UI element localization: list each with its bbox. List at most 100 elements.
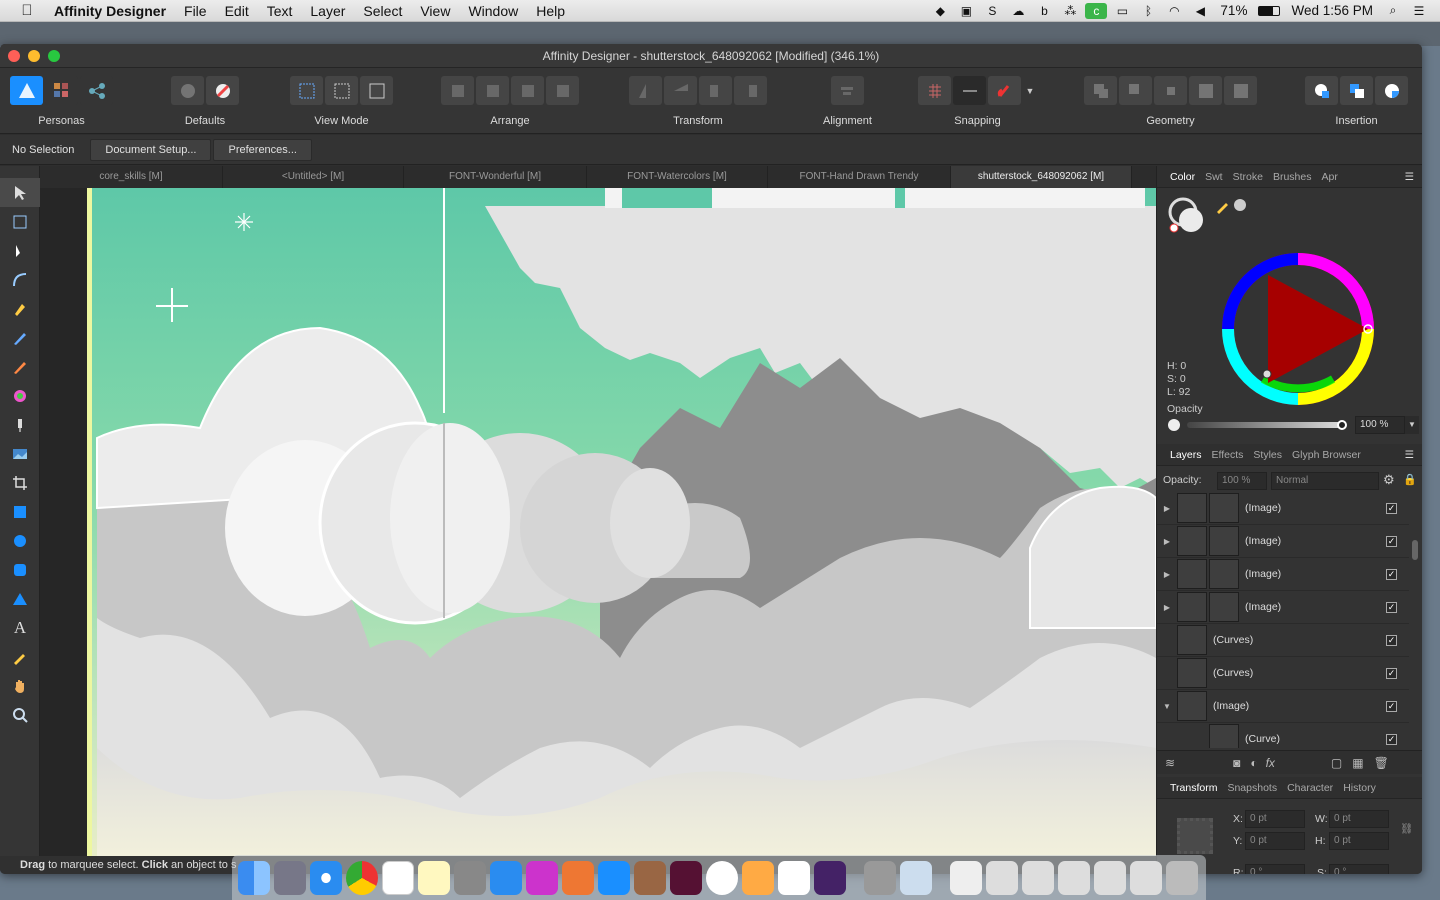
- layer-visibility-checkbox[interactable]: ✓: [1386, 535, 1397, 547]
- add-pixel-layer-icon[interactable]: ▦: [1352, 756, 1363, 770]
- canvas[interactable]: [40, 188, 1156, 856]
- snapping-grid-icon[interactable]: [918, 76, 951, 105]
- screenshot-5-icon[interactable]: [1130, 860, 1162, 895]
- finder-icon[interactable]: [238, 860, 270, 895]
- triangle-tool-icon[interactable]: [0, 584, 40, 613]
- archive-icon[interactable]: [864, 860, 896, 895]
- layer-row[interactable]: ▼ (Image) ✓: [1157, 690, 1409, 723]
- layer-visibility-checkbox[interactable]: ✓: [1386, 733, 1397, 745]
- fx-icon[interactable]: fx: [1266, 756, 1275, 770]
- geometry-xor-icon[interactable]: [1189, 76, 1222, 105]
- layer-visibility-checkbox[interactable]: ✓: [1386, 634, 1397, 646]
- layer-lock-icon[interactable]: 🔒: [1403, 473, 1417, 486]
- b-icon[interactable]: b: [1033, 3, 1055, 19]
- snapping-dropdown-icon[interactable]: ▼: [1023, 76, 1037, 105]
- geometry-add-icon[interactable]: [1084, 76, 1117, 105]
- tab-core-skills[interactable]: core_skills [M]: [40, 166, 223, 188]
- tab-shutterstock[interactable]: shutterstock_648092062 [M]: [951, 166, 1132, 188]
- layer-row[interactable]: (Curve) ✓: [1157, 723, 1409, 748]
- menu-help[interactable]: Help: [527, 3, 574, 19]
- tab-font-watercolors[interactable]: FONT-Watercolors [M]: [587, 166, 768, 188]
- noise-icon[interactable]: [1234, 199, 1246, 211]
- view-mode-2-icon[interactable]: [325, 76, 358, 105]
- anchor-point-selector[interactable]: [1177, 818, 1213, 854]
- opacity-slider-thumb[interactable]: [1337, 420, 1347, 430]
- rounded-rectangle-tool-icon[interactable]: [0, 555, 40, 584]
- pen-tool-icon[interactable]: [0, 294, 40, 323]
- alignment-icon[interactable]: [830, 76, 864, 105]
- layer-row[interactable]: ▶ (Image) ✓: [1157, 492, 1409, 525]
- designer-persona-icon[interactable]: [10, 76, 43, 105]
- screenshot-3-icon[interactable]: [1058, 860, 1090, 895]
- rotate-left-icon[interactable]: [699, 76, 732, 105]
- flip-vertical-icon[interactable]: [664, 76, 697, 105]
- menu-text[interactable]: Text: [258, 3, 302, 19]
- screenshot-2-icon[interactable]: [1022, 860, 1054, 895]
- tab-layers[interactable]: Layers: [1165, 449, 1207, 461]
- flip-horizontal-icon[interactable]: [629, 76, 662, 105]
- mask-layer-icon[interactable]: ◙: [1233, 756, 1240, 770]
- menu-select[interactable]: Select: [354, 3, 411, 19]
- screenshot-4-icon[interactable]: [1094, 860, 1126, 895]
- text-tool-icon[interactable]: A: [0, 613, 40, 642]
- y-field[interactable]: 0 pt: [1245, 832, 1305, 850]
- add-layer-icon[interactable]: ▢: [1331, 756, 1342, 770]
- layer-row[interactable]: ▶ (Image) ✓: [1157, 525, 1409, 558]
- x-field[interactable]: 0 pt: [1245, 810, 1305, 828]
- tab-transform[interactable]: Transform: [1165, 782, 1222, 794]
- document-icon[interactable]: [950, 860, 982, 895]
- layer-visibility-checkbox[interactable]: ✓: [1386, 502, 1397, 514]
- corner-tool-icon[interactable]: [0, 265, 40, 294]
- layer-expand-icon[interactable]: ▼: [1157, 702, 1177, 711]
- mail-icon[interactable]: [490, 860, 522, 895]
- brush-tool-icon[interactable]: [0, 352, 40, 381]
- system-preferences-icon[interactable]: [454, 860, 486, 895]
- revert-defaults-icon[interactable]: [206, 76, 239, 105]
- s-icon[interactable]: S: [981, 3, 1003, 19]
- node-tool-icon[interactable]: [0, 236, 40, 265]
- layer-row[interactable]: ▶ (Image) ✓: [1157, 591, 1409, 624]
- affinity-designer-icon[interactable]: [598, 860, 630, 895]
- color-wheel[interactable]: [1221, 252, 1375, 409]
- layer-row[interactable]: (Curves) ✓: [1157, 624, 1409, 657]
- dropbox-icon[interactable]: ◆: [929, 3, 951, 19]
- export-persona-icon[interactable]: [80, 76, 113, 105]
- layer-visibility-checkbox[interactable]: ✓: [1386, 601, 1397, 613]
- delete-layer-icon[interactable]: 🗑: [1374, 756, 1389, 770]
- close-window-button[interactable]: [8, 50, 20, 62]
- fill-tool-icon[interactable]: [0, 381, 40, 410]
- grid-icon[interactable]: ⁂: [1059, 3, 1081, 19]
- document-setup-button[interactable]: Document Setup...: [90, 138, 212, 161]
- pencil-tool-icon[interactable]: [0, 323, 40, 352]
- layer-expand-icon[interactable]: ▶: [1157, 504, 1177, 513]
- tab-swatches[interactable]: Swt: [1200, 171, 1228, 183]
- garageband-icon[interactable]: [634, 860, 666, 895]
- transparency-tool-icon[interactable]: [0, 410, 40, 439]
- insert-top-icon[interactable]: [1340, 76, 1373, 105]
- ellipse-tool-icon[interactable]: [0, 526, 40, 555]
- insert-behind-icon[interactable]: [1305, 76, 1338, 105]
- layer-expand-icon[interactable]: ▶: [1157, 603, 1177, 612]
- clock[interactable]: Wed 1:56 PM: [1284, 3, 1380, 18]
- layer-row[interactable]: (Curves) ✓: [1157, 657, 1409, 690]
- s-app-icon[interactable]: [706, 860, 738, 895]
- battery-icon[interactable]: [1256, 3, 1282, 19]
- menu-app-name[interactable]: Affinity Designer: [54, 3, 175, 19]
- arrange-back-icon[interactable]: [441, 76, 474, 105]
- move-tool-icon[interactable]: [0, 178, 40, 207]
- tab-color[interactable]: Color: [1165, 171, 1200, 183]
- blend-mode-select[interactable]: Normal: [1271, 472, 1379, 490]
- hand-tool-icon[interactable]: [0, 671, 40, 700]
- bluetooth-icon[interactable]: ᛒ: [1137, 3, 1159, 19]
- sync-icon[interactable]: c: [1085, 2, 1108, 19]
- aspect-lock-icon[interactable]: ⛓: [1400, 822, 1413, 835]
- music-app-icon[interactable]: [670, 860, 702, 895]
- arrange-front-icon[interactable]: [546, 76, 579, 105]
- minimize-window-button[interactable]: [28, 50, 40, 62]
- opacity-slider[interactable]: [1187, 422, 1343, 428]
- apple-icon[interactable]: : [0, 2, 54, 19]
- zoom-tool-icon[interactable]: [0, 700, 40, 729]
- zoom-window-button[interactable]: [48, 50, 60, 62]
- notes-icon[interactable]: [418, 860, 450, 895]
- tab-font-wonderful[interactable]: FONT-Wonderful [M]: [404, 166, 587, 188]
